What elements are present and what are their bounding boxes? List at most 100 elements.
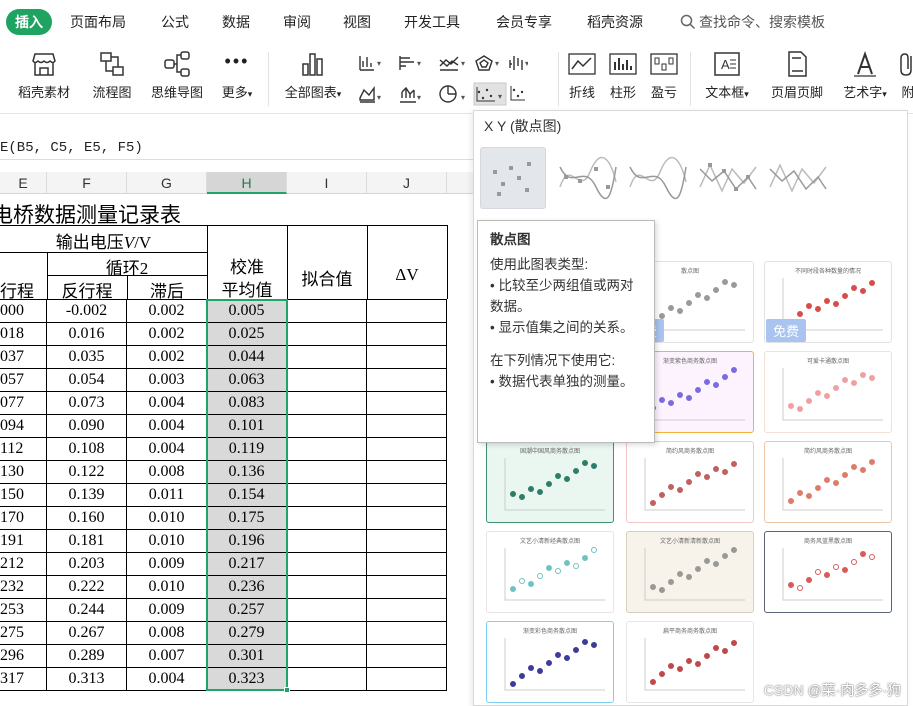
tab-member[interactable]: 会员专享 (496, 12, 552, 32)
table-cell[interactable]: 0.009 (127, 553, 207, 576)
subtype-scatter-straight[interactable] (766, 147, 832, 209)
textbox-button[interactable]: A 文本框▾ (697, 50, 757, 101)
table-cell[interactable]: 317 (0, 668, 47, 691)
table-cell[interactable]: 112 (0, 438, 47, 461)
chart-template-card[interactable]: 扁平商务商务散点图 (626, 621, 754, 703)
sparkline-winloss-button[interactable]: 盈亏 (644, 50, 684, 101)
wordart-button[interactable]: 艺术字▾ (836, 50, 894, 101)
table-cell[interactable] (367, 507, 447, 530)
tab-developer[interactable]: 开发工具 (404, 12, 460, 32)
table-cell[interactable]: 018 (0, 323, 47, 346)
table-cell[interactable]: 094 (0, 415, 47, 438)
sparkline-column-button[interactable]: 柱形 (603, 50, 643, 101)
column-header-i[interactable]: I (287, 172, 367, 194)
table-cell[interactable] (287, 323, 367, 346)
table-cell[interactable] (367, 438, 447, 461)
table-cell[interactable]: 0.010 (127, 576, 207, 599)
table-cell[interactable]: 0.108 (47, 438, 127, 461)
tab-review[interactable]: 审阅 (283, 12, 311, 32)
table-cell[interactable] (367, 300, 447, 323)
table-cell[interactable] (367, 576, 447, 599)
table-cell[interactable] (287, 530, 367, 553)
table-cell[interactable]: 0.025 (207, 323, 287, 346)
table-cell[interactable] (287, 415, 367, 438)
table-cell[interactable]: 0.139 (47, 484, 127, 507)
table-cell[interactable] (287, 438, 367, 461)
chart-type-icons[interactable]: ▾ ▾ ▾ ▾ ▾ ▾ ▾ ▾ ▾ (358, 52, 528, 108)
sparkline-line-button[interactable]: 折线 (562, 50, 602, 101)
table-cell[interactable]: 0.160 (47, 507, 127, 530)
table-cell[interactable] (367, 392, 447, 415)
all-charts-button[interactable]: 全部图表▾ (276, 50, 350, 101)
chart-template-card[interactable]: 可爱卡通散点图 (764, 351, 892, 433)
table-cell[interactable]: 0.044 (207, 346, 287, 369)
tab-data[interactable]: 数据 (222, 12, 250, 32)
table-cell[interactable]: 0.007 (127, 645, 207, 668)
tab-daoke-resources[interactable]: 稻壳资源 (587, 12, 643, 32)
header-footer-button[interactable]: 页眉页脚 (766, 50, 828, 101)
table-cell[interactable]: 0.005 (207, 300, 287, 323)
table-cell[interactable] (367, 553, 447, 576)
table-cell[interactable]: 077 (0, 392, 47, 415)
table-cell[interactable]: 0.002 (127, 346, 207, 369)
table-cell[interactable] (367, 461, 447, 484)
table-cell[interactable]: 0.004 (127, 438, 207, 461)
table-cell[interactable]: 0.004 (127, 415, 207, 438)
table-cell[interactable]: 0.122 (47, 461, 127, 484)
table-cell[interactable] (367, 530, 447, 553)
chart-template-card[interactable]: 简约风商务散点图 (764, 441, 892, 523)
table-cell[interactable]: 0.010 (127, 507, 207, 530)
table-cell[interactable]: 0.301 (207, 645, 287, 668)
table-cell[interactable]: 296 (0, 645, 47, 668)
table-cell[interactable]: 0.009 (127, 599, 207, 622)
chart-template-card[interactable]: 商务风蓝黑散点图 (764, 531, 892, 613)
column-header-f[interactable]: F (47, 172, 127, 194)
table-cell[interactable]: 0.004 (127, 392, 207, 415)
table-cell[interactable]: 191 (0, 530, 47, 553)
subtype-scatter-smooth[interactable] (626, 147, 692, 209)
table-cell[interactable]: 0.083 (207, 392, 287, 415)
tab-page-layout[interactable]: 页面布局 (70, 12, 126, 32)
table-cell[interactable]: 0.222 (47, 576, 127, 599)
table-cell[interactable]: 0.011 (127, 484, 207, 507)
table-cell[interactable]: 0.257 (207, 599, 287, 622)
daoke-material-button[interactable]: 稻壳素材 (12, 50, 76, 101)
table-cell[interactable]: 0.181 (47, 530, 127, 553)
table-cell[interactable]: 0.003 (127, 369, 207, 392)
table-cell[interactable]: 0.217 (207, 553, 287, 576)
table-cell[interactable]: 0.035 (47, 346, 127, 369)
table-cell[interactable] (287, 576, 367, 599)
table-cell[interactable] (367, 622, 447, 645)
chart-template-card[interactable]: 文艺小清新清新散点图 (626, 531, 754, 613)
table-cell[interactable]: 057 (0, 369, 47, 392)
tab-insert[interactable]: 插入 (6, 9, 52, 35)
table-cell[interactable]: 0.236 (207, 576, 287, 599)
table-cell[interactable]: 0.175 (207, 507, 287, 530)
sheet-grid[interactable]: 电桥数据测量记录表 输出电压V/V 循环2 行程 反行程 滞后 校准 平均值 拟… (0, 195, 475, 706)
table-cell[interactable] (287, 369, 367, 392)
command-search[interactable]: 查找命令、搜索模板 (680, 12, 825, 33)
table-cell[interactable] (367, 484, 447, 507)
more-button[interactable]: ••• 更多▾ (214, 50, 260, 101)
table-cell[interactable]: 170 (0, 507, 47, 530)
table-cell[interactable]: 150 (0, 484, 47, 507)
subtype-scatter-smooth-markers[interactable] (556, 147, 622, 209)
table-cell[interactable] (367, 369, 447, 392)
table-cell[interactable] (287, 553, 367, 576)
table-cell[interactable]: 0.101 (207, 415, 287, 438)
table-cell[interactable]: 0.279 (207, 622, 287, 645)
flowchart-button[interactable]: 流程图 (87, 50, 137, 101)
table-cell[interactable]: 0.004 (127, 668, 207, 691)
attachment-button[interactable]: 附 (898, 50, 913, 101)
table-cell[interactable]: 0.154 (207, 484, 287, 507)
table-cell[interactable]: 0.136 (207, 461, 287, 484)
tab-formulas[interactable]: 公式 (161, 12, 189, 32)
table-cell[interactable]: 253 (0, 599, 47, 622)
chart-template-card[interactable]: 国潮中国风商务散点图 (486, 441, 614, 523)
table-cell[interactable] (367, 346, 447, 369)
table-cell[interactable] (287, 300, 367, 323)
table-cell[interactable]: 130 (0, 461, 47, 484)
table-cell[interactable]: 0.002 (127, 300, 207, 323)
table-cell[interactable]: 0.008 (127, 461, 207, 484)
tab-view[interactable]: 视图 (343, 12, 371, 32)
